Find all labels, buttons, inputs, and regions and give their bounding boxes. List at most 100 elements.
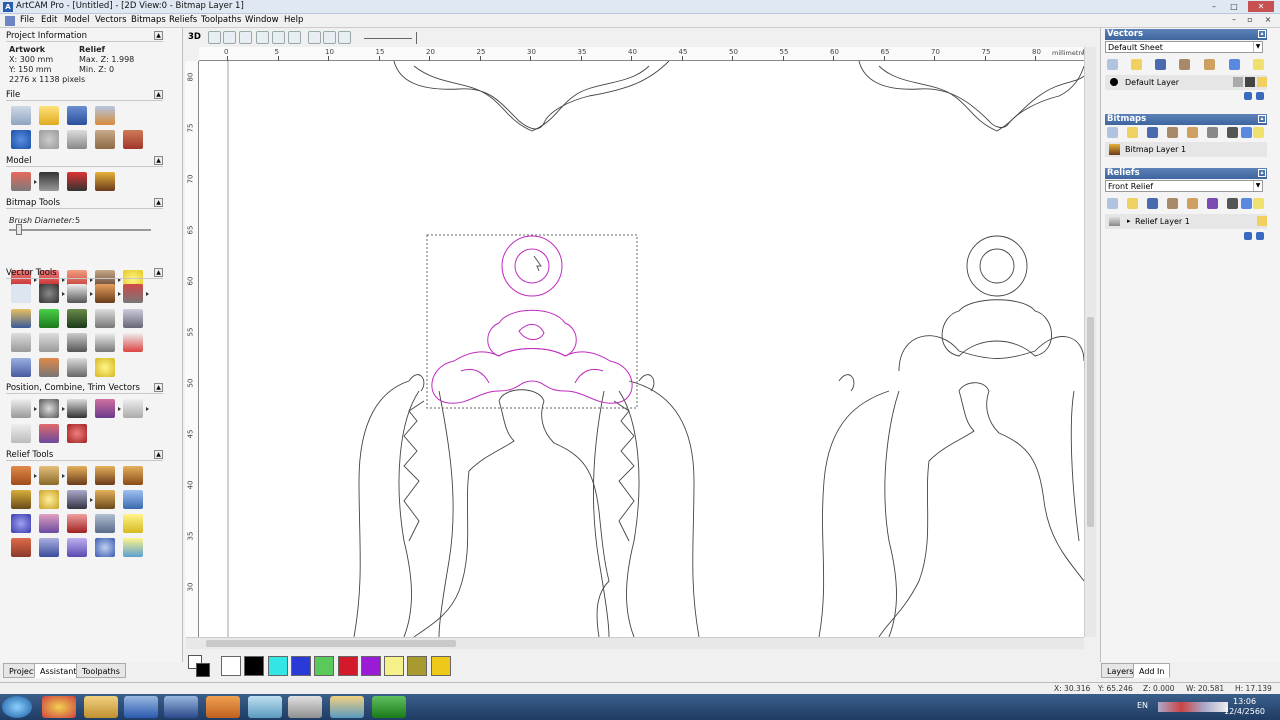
copy-bitmap-icon[interactable] xyxy=(1167,127,1178,138)
zoom-in-icon[interactable] xyxy=(208,31,221,44)
relief-offset-icon[interactable] xyxy=(95,514,115,533)
relief-flatten-icon[interactable] xyxy=(67,538,87,557)
project-info-header[interactable]: Project Information ▲ xyxy=(6,31,163,42)
two-rail-icon[interactable] xyxy=(67,466,87,485)
relief-sculpt-icon[interactable] xyxy=(67,514,87,533)
paste-relief-icon[interactable] xyxy=(1187,198,1198,209)
menu-reliefs[interactable]: Reliefs xyxy=(169,15,197,25)
relief-combine-icon[interactable] xyxy=(1207,198,1218,209)
copy-layer-icon[interactable] xyxy=(1179,59,1190,70)
relief-smooth-icon[interactable] xyxy=(39,514,59,533)
bitmap-light-icon[interactable] xyxy=(1253,127,1264,138)
artcam-pro-icon[interactable] xyxy=(124,696,158,718)
open-relief-icon[interactable] xyxy=(1127,198,1138,209)
tab-add-in[interactable]: Add In xyxy=(1133,663,1171,678)
zoom-box-icon[interactable] xyxy=(239,31,252,44)
relief-move-up-icon[interactable] xyxy=(1244,232,1252,240)
menu-window[interactable]: Window xyxy=(245,15,279,25)
rotate-icon[interactable] xyxy=(39,399,65,418)
rosette-icon[interactable] xyxy=(67,424,87,443)
relief-twist-icon[interactable] xyxy=(11,490,31,509)
model-header[interactable]: Model ▲ xyxy=(6,156,163,167)
menu-toolpaths[interactable]: Toolpaths xyxy=(201,15,241,25)
break-icon[interactable] xyxy=(123,333,143,352)
save-icon[interactable] xyxy=(67,106,87,125)
vector-shape-icon[interactable] xyxy=(123,284,149,303)
collapse-icon[interactable]: ▲ xyxy=(154,90,163,99)
bitmap-grid-icon[interactable] xyxy=(1227,127,1238,138)
mdi-minimize-button[interactable]: – xyxy=(1228,15,1240,26)
relief-reset-icon[interactable] xyxy=(123,514,143,533)
texture-icon[interactable] xyxy=(39,490,59,509)
color-swatch[interactable] xyxy=(267,656,288,676)
v-scroll-thumb[interactable] xyxy=(1087,317,1094,527)
doc-icon[interactable] xyxy=(5,16,15,26)
merge-relief-icon[interactable] xyxy=(1241,198,1252,209)
new-relief-icon[interactable] xyxy=(1107,198,1118,209)
open-file-icon[interactable] xyxy=(39,106,59,125)
color-swatch[interactable] xyxy=(430,656,451,676)
visibility-icon[interactable] xyxy=(1257,77,1267,87)
file-header[interactable]: File ▲ xyxy=(6,90,163,101)
relief-sphere-icon[interactable] xyxy=(95,538,115,557)
bitmap-layer-row[interactable]: Bitmap Layer 1 xyxy=(1105,142,1267,157)
cut-icon[interactable] xyxy=(67,130,87,149)
join-icon[interactable] xyxy=(95,333,115,352)
relief-merge-icon[interactable] xyxy=(95,490,115,509)
transform-icon[interactable] xyxy=(39,284,65,303)
merge-bitmap-icon[interactable] xyxy=(1241,127,1252,138)
app-c-icon[interactable] xyxy=(372,696,406,718)
new-layer-icon[interactable] xyxy=(1107,59,1118,70)
relief-layer-row[interactable]: ▸ Relief Layer 1 xyxy=(1105,214,1267,229)
zoom-previous-icon[interactable] xyxy=(256,31,269,44)
pin-icon[interactable]: ▴ xyxy=(1258,169,1266,177)
menu-help[interactable]: Help xyxy=(284,15,303,25)
color-swatch[interactable] xyxy=(244,656,265,676)
relief-wrap-icon[interactable] xyxy=(39,538,59,557)
chevron-down-icon[interactable]: ▼ xyxy=(1253,181,1262,191)
color-swatch[interactable] xyxy=(337,656,358,676)
bitmap-tools-header[interactable]: Bitmap Tools ▲ xyxy=(6,198,163,209)
shape-editor-icon[interactable] xyxy=(11,466,37,485)
vectors-header[interactable]: Vectors ▴ xyxy=(1105,29,1267,40)
tab-toolpaths[interactable]: Toolpaths xyxy=(76,663,126,678)
trim-icon[interactable] xyxy=(123,399,149,418)
nav-next-icon[interactable] xyxy=(323,31,336,44)
mdi-close-button[interactable]: × xyxy=(1262,15,1274,26)
move-down-icon[interactable] xyxy=(1256,92,1264,100)
position-icon[interactable] xyxy=(11,399,37,418)
lock-icon[interactable] xyxy=(1233,77,1243,87)
copy-icon[interactable] xyxy=(95,130,115,149)
save-bitmap-icon[interactable] xyxy=(1147,127,1158,138)
offset-icon[interactable] xyxy=(67,333,87,352)
collapse-icon[interactable]: ▲ xyxy=(154,268,163,277)
zoom-slider[interactable] xyxy=(364,38,412,39)
chevron-down-icon[interactable]: ▼ xyxy=(1253,42,1262,52)
brush-slider-thumb[interactable] xyxy=(15,224,22,235)
color-swatch[interactable] xyxy=(290,656,311,676)
curve-icon[interactable] xyxy=(39,333,59,352)
visibility-icon[interactable] xyxy=(1257,216,1267,226)
model-size-icon[interactable] xyxy=(11,172,37,191)
start-button-icon[interactable] xyxy=(2,696,32,718)
model-resolution-icon[interactable] xyxy=(39,172,59,191)
chrome-icon[interactable] xyxy=(42,696,76,718)
copy-relief-icon[interactable] xyxy=(1167,198,1178,209)
layer-light-icon[interactable] xyxy=(1253,59,1264,70)
spin-icon[interactable] xyxy=(123,466,143,485)
paste-bitmap-icon[interactable] xyxy=(1187,127,1198,138)
relief-star-icon[interactable] xyxy=(11,514,31,533)
default-layer-row[interactable]: Default Layer xyxy=(1105,75,1267,90)
extrude-icon[interactable] xyxy=(39,466,65,485)
add-node-icon[interactable] xyxy=(39,309,59,328)
menu-vectors[interactable]: Vectors xyxy=(95,15,127,25)
color-swatch[interactable] xyxy=(407,656,428,676)
weave-icon[interactable] xyxy=(11,358,31,377)
relief-tools-header[interactable]: Relief Tools ▲ xyxy=(6,450,163,461)
align-icon[interactable] xyxy=(67,358,87,377)
clock-time[interactable]: 13:06 xyxy=(1233,697,1256,706)
save-relief-icon[interactable] xyxy=(1147,198,1158,209)
menu-bitmaps[interactable]: Bitmaps xyxy=(131,15,166,25)
undo-icon[interactable] xyxy=(11,130,31,149)
menu-edit[interactable]: Edit xyxy=(41,15,57,25)
